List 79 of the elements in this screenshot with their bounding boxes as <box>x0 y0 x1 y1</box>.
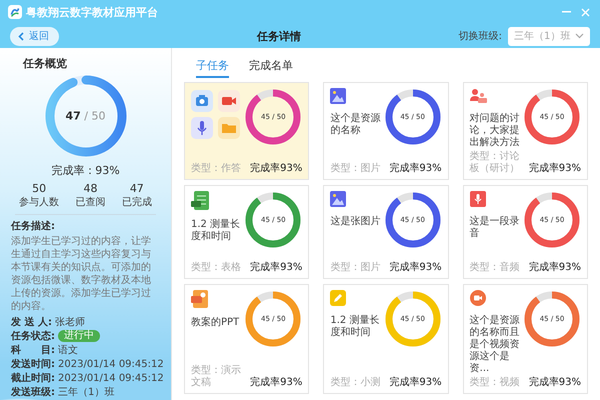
close-icon[interactable] <box>581 8 590 16</box>
field-value: 三年（1）班 <box>58 386 114 399</box>
logo-icon <box>8 5 22 19</box>
card-title: 教案的PPT <box>191 317 240 329</box>
field-label: 任务状态: <box>11 330 55 343</box>
progress-ring <box>384 290 442 348</box>
video-camera-icon <box>218 90 240 112</box>
pencil-icon <box>330 290 346 306</box>
progress-ring <box>384 191 442 249</box>
field-label: 科 目: <box>11 344 55 357</box>
card-type: 类型：讨论板（研讨） <box>470 151 521 175</box>
stat-value: 50 <box>32 182 46 195</box>
progress-ring <box>523 191 581 249</box>
description-label: 任务描述: <box>11 220 56 233</box>
overview-title: 任务概览 <box>23 56 68 71</box>
microphone-icon <box>470 191 486 207</box>
progress-ring <box>523 290 581 348</box>
image-icon <box>330 88 346 104</box>
tab[interactable]: 完成名单 <box>249 58 293 78</box>
minimize-icon[interactable] <box>562 11 571 13</box>
class-label: 切换班级: <box>458 30 502 43</box>
card-rate: 完成率93% <box>389 377 442 389</box>
card-title: 这个是资源的名称而且是个视频资源这个是资... <box>470 315 521 375</box>
card-rate: 完成率93% <box>250 262 302 274</box>
card-rate: 完成率93% <box>389 163 442 175</box>
progress-ring <box>384 88 442 146</box>
spreadsheet-icon <box>191 191 209 210</box>
card-title: 1.2 测量长度和时间 <box>330 315 380 339</box>
presentation-file-icon <box>191 290 208 308</box>
card-type: 类型：音频 <box>470 262 520 274</box>
microphone-icon <box>191 117 213 139</box>
page-title: 任务详情 <box>256 28 302 44</box>
stat-value: 48 <box>83 182 98 195</box>
people-icon <box>470 88 487 104</box>
card-type: 类型：演示文稿 <box>191 365 242 389</box>
chevron-down-icon <box>575 33 584 39</box>
field-label: 发送班级: <box>11 386 55 399</box>
field-value: 张老师 <box>54 316 85 329</box>
stat-label: 参与人数 <box>19 196 60 209</box>
progress-ring <box>244 191 302 249</box>
stat-label: 已查阅 <box>75 196 106 209</box>
app-title: 粤教翔云数字教材应用平台 <box>26 4 158 20</box>
progress-ring <box>244 290 302 348</box>
card-rate: 完成率93% <box>250 377 302 389</box>
card-rate: 完成率93% <box>389 262 442 274</box>
field-value: 2023/01/14 09:45:12 <box>58 372 164 384</box>
card-type: 类型：小测 <box>330 377 380 389</box>
card-title: 这是一段录音 <box>470 216 521 240</box>
card-type: 类型：作答 <box>191 163 241 175</box>
camera-icon <box>191 90 213 112</box>
card-title: 这个是资源的名称 <box>330 113 382 137</box>
progress-ring <box>523 88 581 146</box>
image-icon <box>330 191 346 207</box>
card-type: 类型：表格 <box>191 262 241 274</box>
card-title: 这是张图片 <box>330 216 382 228</box>
field-value: 2023/01/14 09:45:12 <box>58 358 164 370</box>
card-title: 1.2 测量长度和时间 <box>191 219 242 243</box>
video-camera-icon <box>470 290 486 306</box>
card-rate: 完成率93% <box>528 377 581 389</box>
card-type: 类型：图片 <box>330 262 380 274</box>
chevron-left-icon <box>18 32 24 40</box>
progress-ring <box>244 88 302 146</box>
completion-count: 47 / 50 <box>66 110 106 122</box>
status-badge: 进行中 <box>58 330 100 342</box>
card-type: 类型：图片 <box>330 163 380 175</box>
card-title: 对问题的讨论，大家提出解决方法 <box>470 113 521 149</box>
card-rate: 完成率93% <box>250 163 302 175</box>
description-text: 添加学生已学习过的内容，让学生通过自主学习这些内容复习与本节课有关的知识点。可添加的资源包括微课、数字教材及本地上传的资源。添加学生已学习过的内容。 <box>11 235 152 313</box>
field-label: 发 送 人: <box>11 316 52 329</box>
field-label: 发送时间: <box>11 358 55 371</box>
field-label: 截止时间: <box>11 372 55 385</box>
card-rate: 完成率93% <box>528 262 581 274</box>
card-rate: 完成率93% <box>528 163 581 175</box>
completion-rate: 完成率：93% <box>50 163 121 178</box>
folder-icon <box>218 117 240 139</box>
card-type: 类型：视频 <box>470 377 520 389</box>
field-value: 语文 <box>58 344 78 357</box>
stat-value: 47 <box>130 182 144 195</box>
stat-label: 已完成 <box>122 196 152 209</box>
